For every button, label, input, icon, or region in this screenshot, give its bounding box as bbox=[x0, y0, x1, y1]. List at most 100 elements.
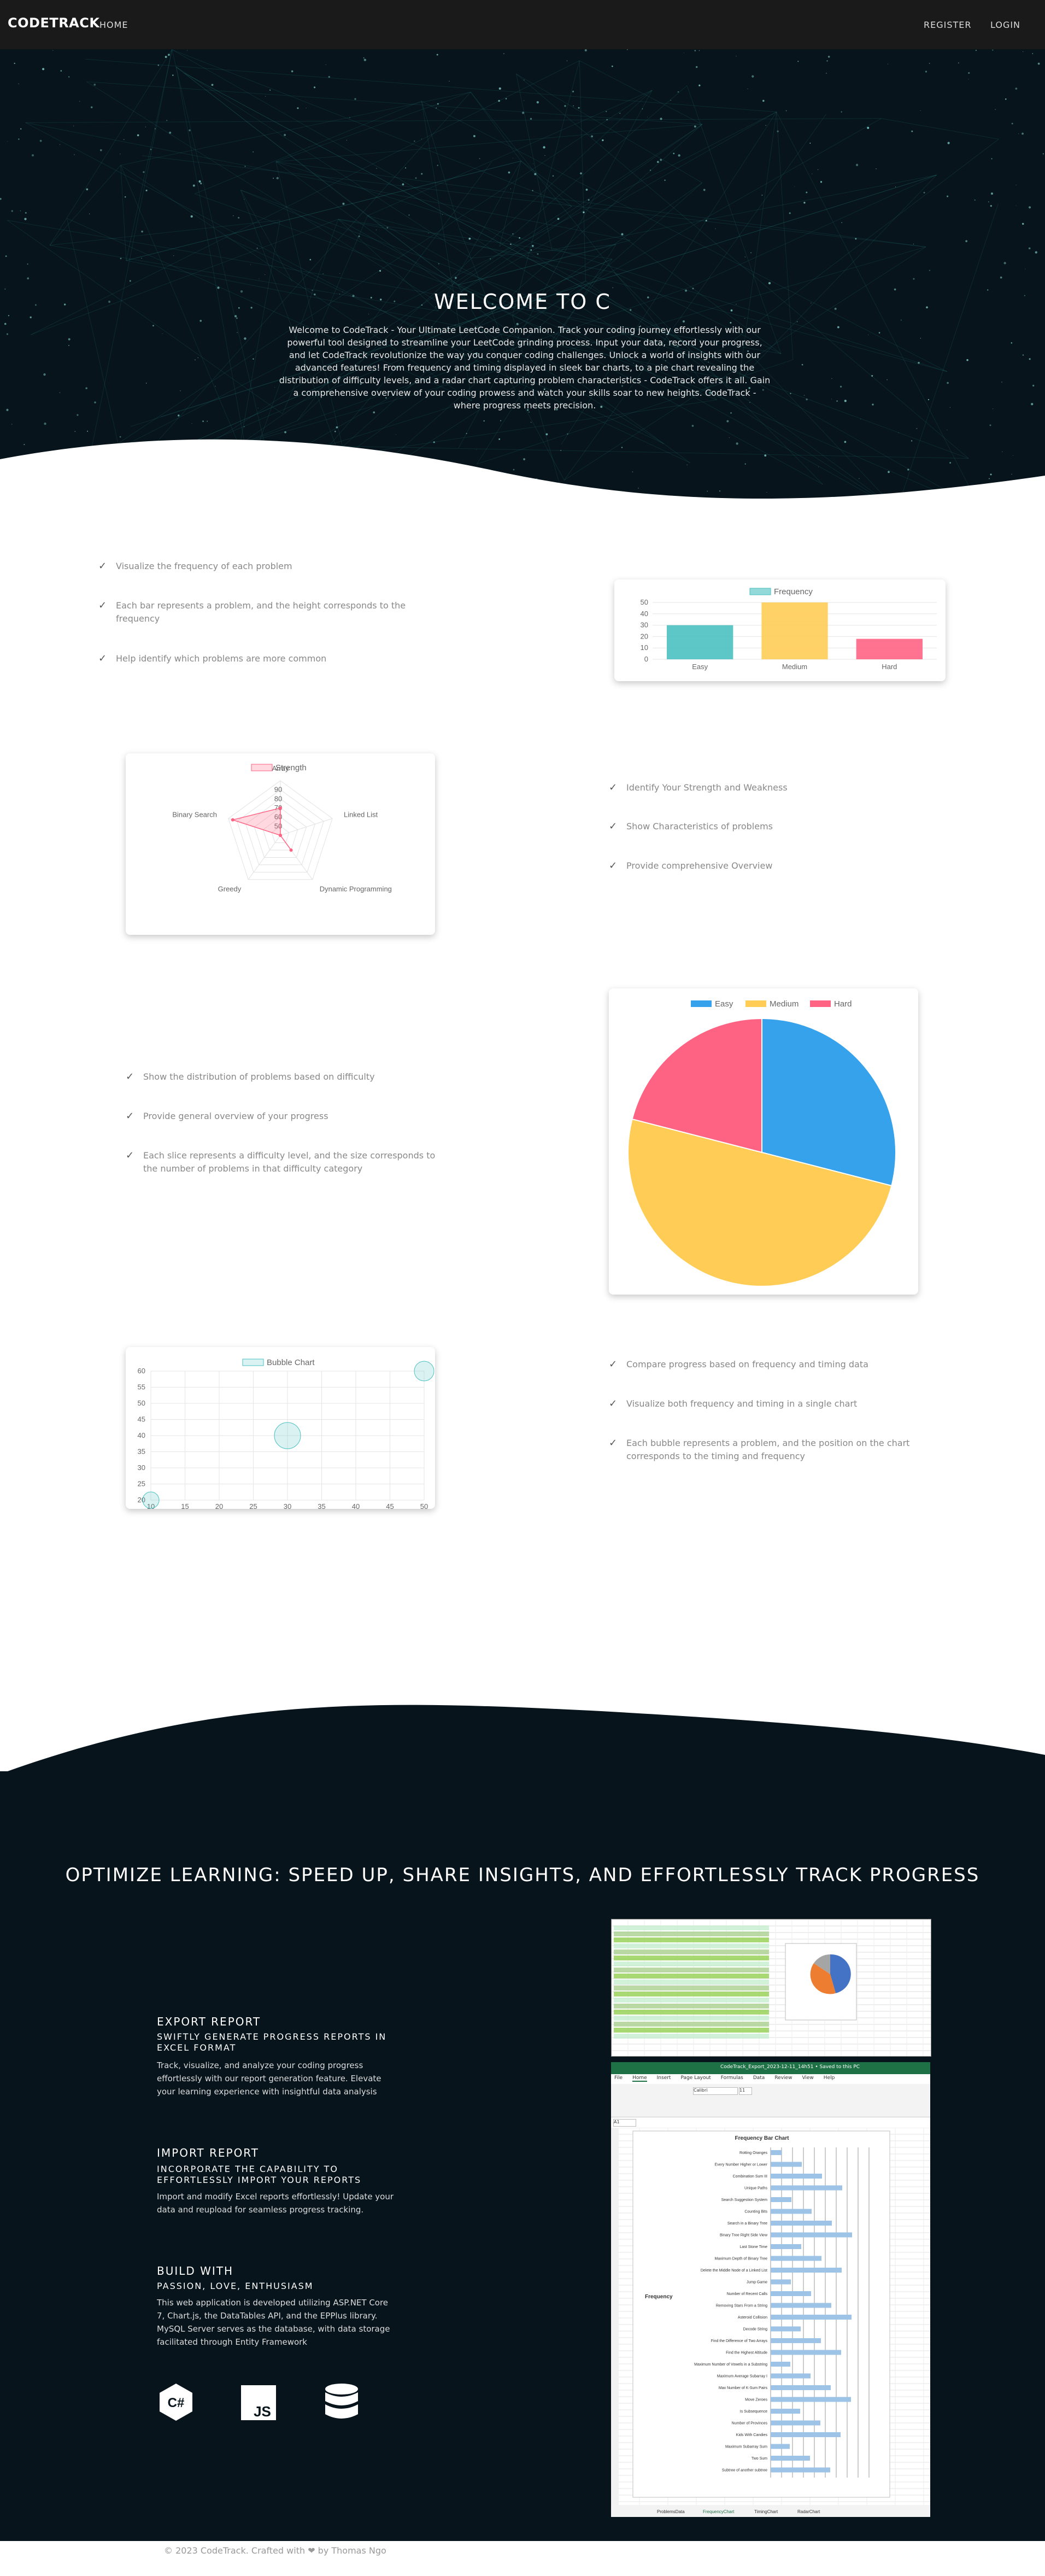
network-line bbox=[520, 161, 572, 207]
network-dot bbox=[376, 168, 377, 169]
feature-text: Provide comprehensive Overview bbox=[626, 860, 773, 871]
network-line bbox=[120, 165, 127, 261]
network-dot bbox=[145, 383, 147, 384]
network-line bbox=[49, 165, 121, 246]
frequency-bar bbox=[771, 2456, 810, 2461]
network-dot bbox=[442, 214, 443, 215]
network-line bbox=[120, 91, 471, 166]
network-dot bbox=[437, 103, 439, 105]
table-row bbox=[614, 1992, 769, 1997]
network-dot bbox=[7, 141, 8, 142]
excel-menu-item[interactable]: Data bbox=[753, 2075, 765, 2081]
frequency-bar bbox=[771, 2174, 822, 2179]
network-dot bbox=[172, 74, 174, 76]
check-icon: ✓ bbox=[609, 860, 618, 871]
frequency-bar bbox=[771, 2397, 851, 2402]
check-icon: ✓ bbox=[98, 560, 107, 572]
network-dot bbox=[1011, 342, 1013, 344]
network-dot bbox=[244, 337, 246, 340]
nav-login-link[interactable]: LOGIN bbox=[990, 20, 1020, 30]
frequency-bar bbox=[771, 2467, 830, 2473]
network-dot bbox=[137, 134, 139, 137]
check-icon: ✓ bbox=[609, 1359, 618, 1370]
table-row bbox=[614, 2010, 769, 2015]
network-dot bbox=[887, 379, 888, 380]
network-dot bbox=[619, 113, 621, 114]
network-dot bbox=[1028, 247, 1031, 250]
export-heading: EXPORT REPORT bbox=[157, 2015, 261, 2028]
network-dot bbox=[801, 364, 803, 366]
axis-label: Array bbox=[272, 764, 289, 772]
check-icon: ✓ bbox=[126, 1071, 134, 1082]
network-dot bbox=[692, 288, 694, 290]
network-line bbox=[457, 124, 703, 285]
network-dot bbox=[1035, 251, 1037, 254]
network-dot bbox=[557, 218, 560, 220]
radar-point bbox=[231, 818, 234, 822]
network-dot bbox=[468, 237, 471, 240]
network-dot bbox=[173, 255, 174, 256]
excel-menu-item[interactable]: Review bbox=[774, 2075, 792, 2081]
network-dot bbox=[803, 395, 805, 396]
excel-menu-item[interactable]: File bbox=[614, 2075, 623, 2081]
network-dot bbox=[1022, 354, 1024, 356]
problem-label: Two Sum bbox=[752, 2457, 767, 2461]
network-dot bbox=[256, 248, 258, 249]
network-dot bbox=[195, 359, 196, 361]
problem-label: Subtree of another subtree bbox=[722, 2469, 767, 2473]
network-dot bbox=[150, 148, 152, 150]
network-dot bbox=[968, 72, 970, 74]
network-dot bbox=[42, 68, 45, 71]
network-dot bbox=[510, 243, 512, 245]
problem-label: Jump Game bbox=[747, 2281, 767, 2285]
export-text: Track, visualize, and analyze your codin… bbox=[157, 2060, 381, 2097]
bubble-chart: Bubble Chart20253035404550556010 15 20 25 30… bbox=[138, 1358, 435, 1511]
network-dot bbox=[238, 216, 240, 219]
network-dot bbox=[673, 153, 675, 155]
font-select[interactable]: Calibri bbox=[693, 2087, 738, 2095]
problem-label: Unique Paths bbox=[744, 2187, 768, 2191]
check-icon: ✓ bbox=[609, 782, 618, 793]
x-tick-label: Hard bbox=[882, 663, 897, 671]
network-dot bbox=[386, 227, 389, 229]
network-dot bbox=[992, 49, 994, 51]
excel-menu-item[interactable]: View bbox=[802, 2075, 813, 2081]
nav-register-link[interactable]: REGISTER bbox=[924, 20, 972, 30]
nav-home-link[interactable]: HOME bbox=[99, 20, 128, 30]
network-dot bbox=[68, 76, 70, 78]
frequency-bar bbox=[771, 2326, 801, 2332]
network-dot bbox=[274, 387, 275, 388]
network-dot bbox=[39, 139, 42, 142]
excel-menu-item[interactable]: Help bbox=[824, 2075, 835, 2081]
table-row bbox=[614, 1943, 769, 1948]
excel-menu-item[interactable]: Page Layout bbox=[680, 2075, 711, 2081]
radar-area bbox=[231, 807, 292, 851]
network-dot bbox=[284, 134, 286, 136]
network-line bbox=[195, 101, 422, 194]
brand-logo[interactable]: CODETRACK bbox=[8, 15, 99, 31]
network-dot bbox=[844, 400, 847, 402]
excel-menu-item[interactable]: Formulas bbox=[721, 2075, 743, 2081]
feature-text: Identify Your Strength and Weakness bbox=[626, 782, 788, 793]
network-dot bbox=[923, 191, 925, 194]
excel-menu-item[interactable]: Home bbox=[632, 2075, 647, 2082]
axis-label: Greedy bbox=[218, 885, 242, 893]
network-line bbox=[83, 49, 173, 490]
network-dot bbox=[190, 215, 193, 218]
network-dot bbox=[621, 233, 624, 236]
bar-feature-1: ✓ Visualize the frequency of each problem bbox=[98, 560, 422, 573]
javascript-icon: JS bbox=[241, 2385, 276, 2420]
network-dot bbox=[768, 282, 771, 285]
y-tick-label: 30 bbox=[641, 621, 648, 629]
cell-reference-box[interactable]: A1 bbox=[613, 2119, 636, 2127]
network-dot bbox=[498, 99, 500, 102]
network-dot bbox=[522, 112, 525, 114]
build-subheading: PASSION, LOVE, ENTHUSIASM bbox=[157, 2281, 314, 2291]
font-size-select[interactable]: 11 bbox=[739, 2087, 752, 2095]
network-dot bbox=[855, 163, 859, 166]
frequency-bar bbox=[771, 2350, 841, 2355]
network-dot bbox=[438, 263, 439, 265]
network-dot bbox=[437, 165, 438, 166]
network-dot bbox=[18, 138, 20, 140]
excel-menu-item[interactable]: Insert bbox=[657, 2075, 671, 2081]
